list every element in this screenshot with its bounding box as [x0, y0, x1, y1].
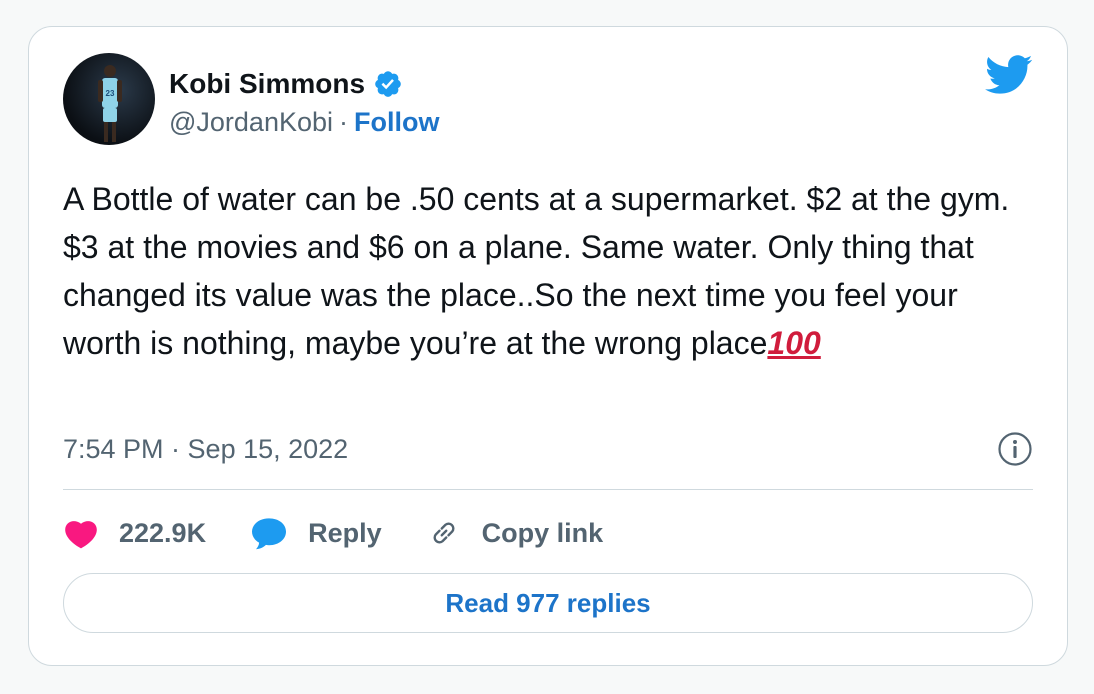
tweet-body: A Bottle of water can be .50 cents at a …	[63, 181, 1019, 361]
verified-badge-icon	[375, 71, 401, 97]
like-count: 222.9K	[119, 517, 207, 548]
follow-link[interactable]: Follow	[354, 105, 439, 139]
read-replies-button[interactable]: Read 977 replies	[63, 573, 1033, 633]
copy-link-button[interactable]: Copy link	[426, 515, 604, 551]
info-icon[interactable]	[997, 431, 1033, 467]
reply-label: Reply	[308, 517, 382, 548]
tweet-card: 23 Kobi Simmons @JordanKobi · Follow A B…	[28, 26, 1068, 666]
author-display-name[interactable]: Kobi Simmons	[169, 67, 365, 101]
hundred-points-emoji: 100	[767, 325, 821, 361]
action-bar: 222.9K Reply Copy link	[63, 511, 647, 555]
like-button[interactable]: 222.9K	[63, 517, 206, 549]
author-handle-row: @JordanKobi · Follow	[169, 105, 440, 139]
tweet-timestamp[interactable]: 7:54 PM · Sep 15, 2022	[63, 431, 348, 467]
jersey-number: 23	[106, 89, 115, 98]
copy-link-label: Copy link	[481, 517, 604, 548]
avatar[interactable]: 23	[63, 53, 155, 145]
handle-separator: ·	[339, 107, 349, 137]
twitter-bird-icon[interactable]	[985, 55, 1033, 95]
author-handle[interactable]: @JordanKobi	[169, 105, 333, 139]
tweet-text: A Bottle of water can be .50 cents at a …	[63, 175, 1038, 367]
player-photo: 23	[98, 65, 122, 142]
reply-button[interactable]: Reply	[250, 516, 382, 550]
author-name-row: Kobi Simmons	[169, 67, 403, 101]
link-icon	[433, 522, 455, 544]
heart-icon	[65, 521, 97, 549]
divider	[63, 489, 1033, 490]
read-replies-label: Read 977 replies	[445, 587, 651, 618]
speech-bubble-icon	[252, 518, 287, 550]
